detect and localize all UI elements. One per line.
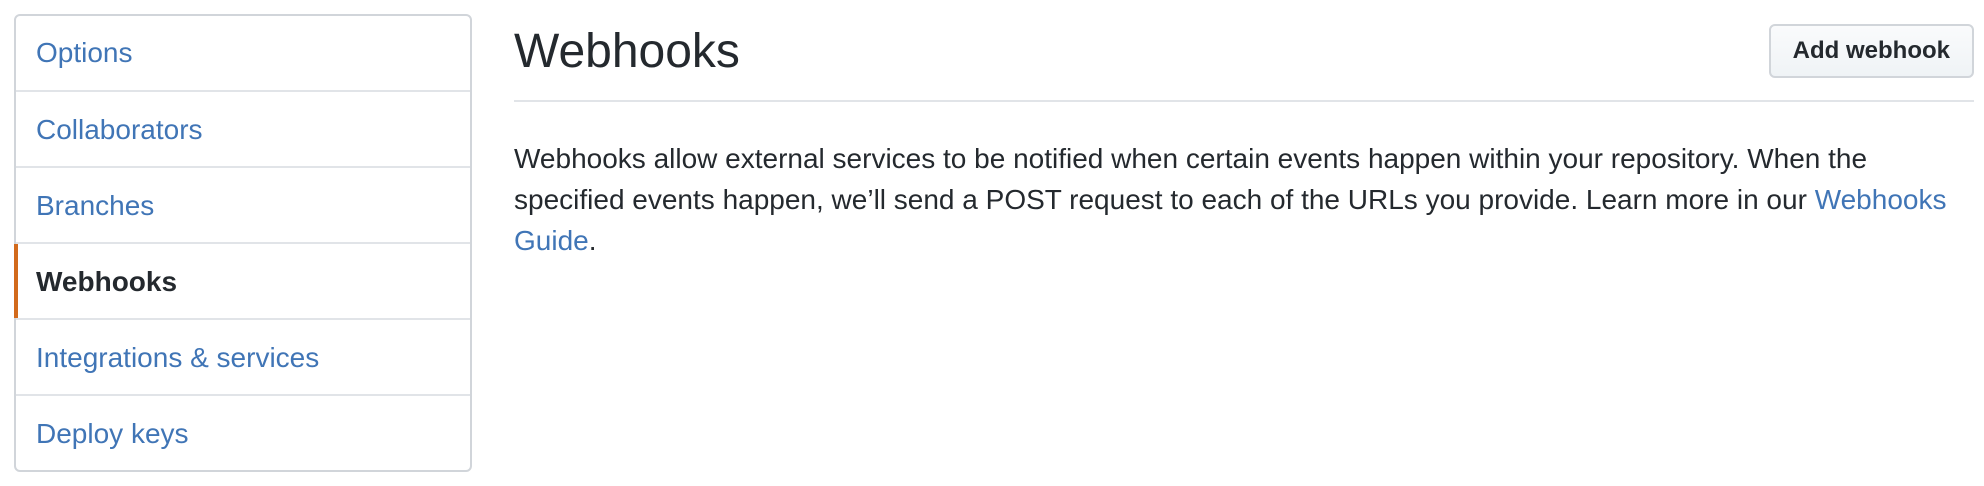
sidebar-item-webhooks[interactable]: Webhooks — [14, 242, 470, 318]
sidebar-item-deploy-keys[interactable]: Deploy keys — [16, 394, 470, 470]
description-end: . — [588, 225, 597, 256]
description-text: Webhooks allow external services to be n… — [514, 143, 1868, 215]
page-header: Webhooks Add webhook — [514, 0, 1974, 102]
sidebar-item-integrations-services[interactable]: Integrations & services — [16, 318, 470, 394]
settings-sidebar-menu: Options Collaborators Branches Webhooks … — [14, 14, 472, 472]
sidebar-item-branches[interactable]: Branches — [16, 166, 470, 242]
sidebar-item-collaborators[interactable]: Collaborators — [16, 90, 470, 166]
main-content: Webhooks Add webhook Webhooks allow exte… — [514, 0, 1974, 261]
webhooks-description: Webhooks allow external services to be n… — [514, 138, 1974, 261]
page-title: Webhooks — [514, 25, 740, 78]
add-webhook-button[interactable]: Add webhook — [1768, 24, 1974, 78]
sidebar-item-options[interactable]: Options — [16, 16, 470, 90]
